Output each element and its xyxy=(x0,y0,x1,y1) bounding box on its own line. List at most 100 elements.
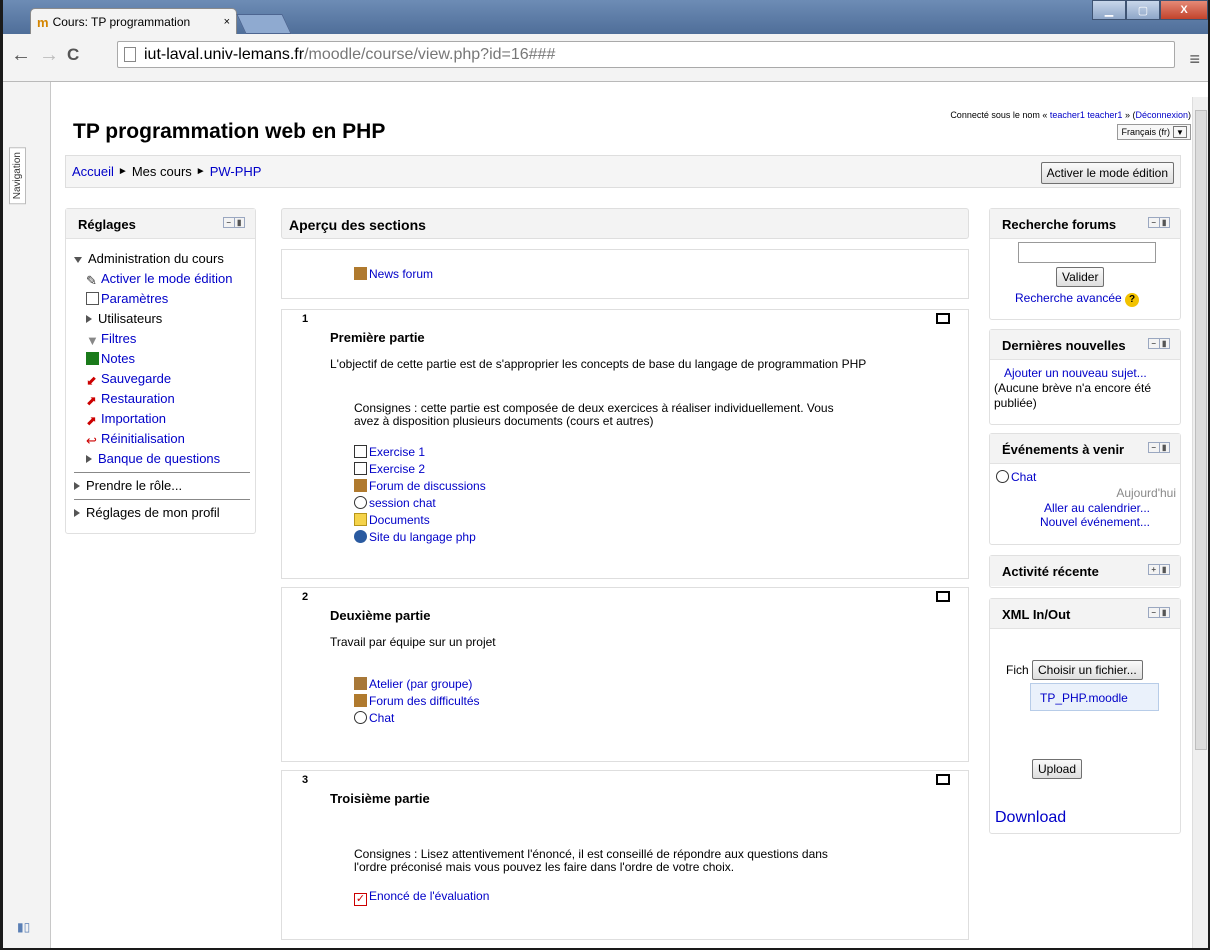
forum-search-input[interactable] xyxy=(1018,242,1156,263)
tree-item-label[interactable]: Sauvegarde xyxy=(101,371,171,386)
activity-assignment[interactable]: ✓ Enoncé de l'évaluation xyxy=(354,888,489,906)
address-bar[interactable]: iut-laval.univ-lemans.fr/moodle/course/v… xyxy=(117,41,1175,68)
event-chat[interactable]: Chat xyxy=(996,470,1036,484)
activity-forum[interactable]: Forum des difficultés xyxy=(354,693,480,710)
activity-link[interactable]: Documents xyxy=(369,513,430,527)
close-window-button[interactable]: X xyxy=(1160,0,1208,20)
block-dock-icon[interactable]: – ▮ xyxy=(1148,442,1170,453)
tab-close-icon[interactable]: × xyxy=(224,16,230,28)
scrollbar-thumb[interactable] xyxy=(1195,110,1207,750)
tree-item-filters[interactable]: ▼ Filtres xyxy=(74,329,255,349)
settings-title: Réglages xyxy=(78,217,136,232)
globe-icon xyxy=(354,530,367,543)
tree-item-label[interactable]: Restauration xyxy=(101,391,175,406)
activity-link[interactable]: Forum des difficultés xyxy=(369,694,480,708)
user-link[interactable]: teacher1 teacher1 xyxy=(1050,110,1123,120)
tree-admin-label: Administration du cours xyxy=(88,251,224,266)
download-link[interactable]: Download xyxy=(995,809,1066,826)
block-dock-icon[interactable]: – ▮ xyxy=(1148,217,1170,228)
selected-file[interactable]: TP_PHP.moodle xyxy=(1030,683,1159,711)
tree-item-label: Utilisateurs xyxy=(98,311,163,326)
edit-mode-button[interactable]: Activer le mode édition xyxy=(1040,162,1174,184)
add-topic-link[interactable]: Ajouter un nouveau sujet... xyxy=(1004,366,1147,380)
tree-item-edit[interactable]: ✎ Activer le mode édition xyxy=(74,269,255,289)
new-event-link[interactable]: Nouvel événement... xyxy=(1040,515,1150,529)
block-dock-icon[interactable]: – ▮ xyxy=(223,217,245,228)
highlight-icon[interactable] xyxy=(936,591,950,602)
highlight-icon[interactable] xyxy=(936,774,950,785)
upload-button[interactable]: Upload xyxy=(1032,759,1083,779)
activity-link[interactable]: Forum de discussions xyxy=(369,479,486,493)
activity-link[interactable]: News forum xyxy=(369,267,433,281)
tree-item-label[interactable]: Activer le mode édition xyxy=(101,271,233,286)
activity-forum[interactable]: Forum de discussions xyxy=(354,478,486,495)
block-header: Événements à venir – ▮ xyxy=(990,434,1180,464)
calendar-link-row: Aller au calendrier... xyxy=(1044,501,1150,515)
tree-item-restore[interactable]: ⬈ Restauration xyxy=(74,389,255,409)
tree-item-reset[interactable]: ↩ Réinitialisation xyxy=(74,429,255,449)
activity-news-forum[interactable]: News forum xyxy=(354,267,433,281)
maximize-button[interactable]: ▢ xyxy=(1126,0,1160,20)
breadcrumb-course[interactable]: PW-PHP xyxy=(210,164,262,179)
forum-icon xyxy=(354,479,367,492)
tree-item-users[interactable]: Utilisateurs xyxy=(74,309,255,329)
back-button[interactable]: ← xyxy=(11,44,31,67)
browser-tab[interactable]: m Cours: TP programmation × xyxy=(30,8,237,35)
reload-button[interactable]: C xyxy=(67,45,79,65)
new-tab-button[interactable] xyxy=(236,14,292,34)
page-scrollbar[interactable] xyxy=(1192,97,1208,948)
tree-profile[interactable]: Réglages de mon profil xyxy=(74,503,255,523)
advanced-search-link[interactable]: Recherche avancée xyxy=(1015,291,1122,305)
activity-php-site[interactable]: Site du langage php xyxy=(354,529,486,546)
activity-documents[interactable]: Documents xyxy=(354,512,486,529)
activity-link[interactable]: Enoncé de l'évaluation xyxy=(369,889,489,903)
activity-exercise-2[interactable]: Exercise 2 xyxy=(354,461,486,478)
browser-menu-icon[interactable]: ≡ xyxy=(1189,49,1200,70)
filter-icon: ▼ xyxy=(86,333,99,348)
language-select[interactable]: Français (fr) ▼ xyxy=(1117,124,1191,140)
tree-item-params[interactable]: Paramètres xyxy=(74,289,255,309)
forward-button[interactable]: → xyxy=(39,44,59,67)
tree-item-label[interactable]: Paramètres xyxy=(101,291,168,306)
dock-icon[interactable]: ▮▯ xyxy=(17,920,30,934)
activity-exercise-1[interactable]: Exercise 1 xyxy=(354,444,486,461)
breadcrumb-home[interactable]: Accueil xyxy=(72,164,114,179)
folder-icon xyxy=(354,513,367,526)
tree-item-label[interactable]: Notes xyxy=(101,351,135,366)
block-dock-icon[interactable]: – ▮ xyxy=(1148,607,1170,618)
activity-chat[interactable]: Chat xyxy=(354,710,480,727)
highlight-icon[interactable] xyxy=(936,313,950,324)
block-expand-icon[interactable]: + ▮ xyxy=(1148,564,1170,575)
activity-link[interactable]: Exercise 2 xyxy=(369,462,425,476)
event-link[interactable]: Chat xyxy=(1011,470,1036,484)
logout-link[interactable]: Déconnexion xyxy=(1135,110,1188,120)
activity-link[interactable]: Site du langage php xyxy=(369,530,476,544)
tree-profile-label: Réglages de mon profil xyxy=(86,505,220,520)
tree-item-grades[interactable]: Notes xyxy=(74,349,255,369)
block-dock-icon[interactable]: – ▮ xyxy=(1148,338,1170,349)
tree-item-label[interactable]: Banque de questions xyxy=(98,451,220,466)
tree-item-label[interactable]: Importation xyxy=(101,411,166,426)
activity-chat[interactable]: session chat xyxy=(354,495,486,512)
tree-item-questionbank[interactable]: Banque de questions xyxy=(74,449,255,469)
tree-role[interactable]: Prendre le rôle... xyxy=(74,476,255,496)
search-submit-button[interactable]: Valider xyxy=(1056,267,1105,287)
tree-admin[interactable]: Administration du cours xyxy=(74,249,255,269)
activity-link[interactable]: Atelier (par groupe) xyxy=(369,677,472,691)
block-header: Recherche forums – ▮ xyxy=(990,209,1180,239)
tree-item-import[interactable]: ⬈ Importation xyxy=(74,409,255,429)
activity-workshop[interactable]: Atelier (par groupe) xyxy=(354,676,480,693)
help-icon[interactable]: ? xyxy=(1125,293,1140,307)
activity-link[interactable]: session chat xyxy=(369,496,436,510)
minimize-button[interactable]: ▁ xyxy=(1092,0,1126,20)
navigation-dock-label[interactable]: Navigation xyxy=(9,147,26,205)
activity-link[interactable]: Chat xyxy=(369,711,394,725)
tree-item-label[interactable]: Filtres xyxy=(101,331,136,346)
tree-item-backup[interactable]: ⬋ Sauvegarde xyxy=(74,369,255,389)
calendar-link[interactable]: Aller au calendrier... xyxy=(1044,501,1150,515)
choose-file-button[interactable]: Choisir un fichier... xyxy=(1032,660,1143,680)
workshop-icon xyxy=(354,677,367,690)
tree-item-label[interactable]: Réinitialisation xyxy=(101,431,185,446)
section-instructions: avez à disposition plusieurs documents (… xyxy=(354,414,654,428)
activity-link[interactable]: Exercise 1 xyxy=(369,445,425,459)
